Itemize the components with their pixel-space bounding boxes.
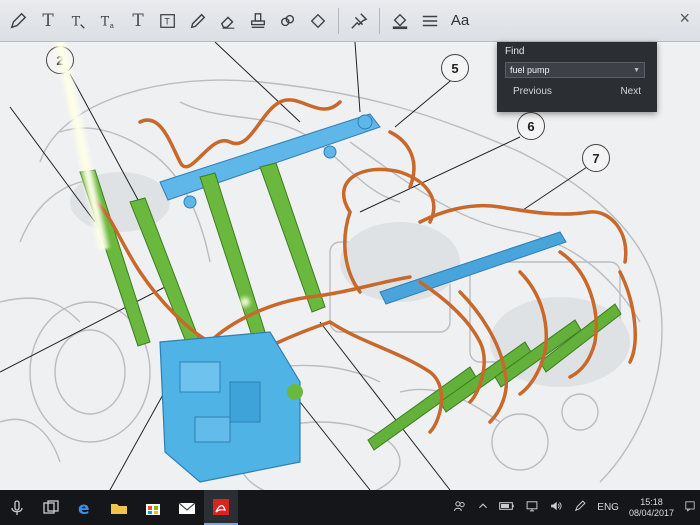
mail-icon[interactable] (170, 490, 204, 525)
text-field-icon[interactable]: T (154, 5, 182, 37)
find-search-value: fuel pump (510, 65, 550, 75)
clock-date: 08/04/2017 (628, 507, 674, 518)
clock-time: 15:18 (640, 496, 663, 507)
pencil-icon[interactable] (184, 5, 212, 37)
store-icon[interactable] (136, 490, 170, 525)
stamp-icon[interactable] (244, 5, 272, 37)
screen-glare-spot (240, 297, 250, 307)
shape-icon[interactable] (304, 5, 332, 37)
pen-icon[interactable] (573, 499, 587, 516)
chevron-up-icon[interactable] (477, 500, 489, 515)
callout-5[interactable]: 5 (441, 54, 469, 82)
language-indicator[interactable]: ENG (597, 502, 619, 513)
network-icon[interactable] (525, 499, 539, 516)
svg-text:e: e (78, 499, 90, 518)
fill-color-icon[interactable] (386, 5, 414, 37)
find-panel: Find fuel pump ▼ Previous Next (497, 42, 657, 112)
line-weight-icon[interactable] (416, 5, 444, 37)
close-icon[interactable]: × (679, 8, 690, 29)
battery-icon[interactable] (499, 500, 515, 515)
type-text-button[interactable]: T (124, 5, 152, 37)
find-previous-button[interactable]: Previous (513, 86, 552, 97)
pen-tool-icon[interactable] (4, 5, 32, 37)
pin-icon[interactable] (345, 5, 373, 37)
clock[interactable]: 15:18 08/04/2017 (629, 497, 674, 519)
find-search-input[interactable]: fuel pump ▼ (505, 62, 645, 78)
file-explorer-icon[interactable] (102, 490, 136, 525)
taskbar: e ENG 15:18 08/04/2017 (0, 490, 700, 525)
callout-6[interactable]: 6 (517, 112, 545, 140)
volume-icon[interactable] (549, 499, 563, 516)
svg-text:a: a (110, 21, 114, 30)
edge-icon[interactable]: e (68, 490, 102, 525)
toolbar: T T Ta T T Aa × (0, 0, 700, 42)
link-icon[interactable] (274, 5, 302, 37)
eraser-icon[interactable] (214, 5, 242, 37)
acrobat-icon[interactable] (204, 490, 238, 525)
toolbar-divider (338, 7, 339, 34)
cortana-mic-icon[interactable] (0, 490, 34, 525)
people-icon[interactable] (453, 499, 467, 516)
notification-icon[interactable] (684, 499, 696, 516)
svg-text:T: T (164, 16, 170, 26)
task-view-icon[interactable] (34, 490, 68, 525)
system-tray: ENG 15:18 08/04/2017 (453, 490, 700, 525)
find-navigation: Previous Next (505, 86, 649, 97)
find-title: Find (505, 46, 525, 57)
font-settings-button[interactable]: Aa (446, 5, 474, 37)
toolbar-divider (379, 7, 380, 34)
svg-text:T: T (72, 13, 81, 28)
svg-text:T: T (101, 13, 110, 28)
find-next-button[interactable]: Next (620, 86, 641, 97)
callout-7[interactable]: 7 (582, 144, 610, 172)
dropdown-arrow-icon[interactable]: ▼ (633, 67, 640, 74)
text-edit-icon[interactable]: Ta (94, 5, 122, 37)
fuel-pump (159, 331, 303, 483)
text-tool-button[interactable]: T (34, 5, 62, 37)
text-box-icon[interactable]: T (64, 5, 92, 37)
